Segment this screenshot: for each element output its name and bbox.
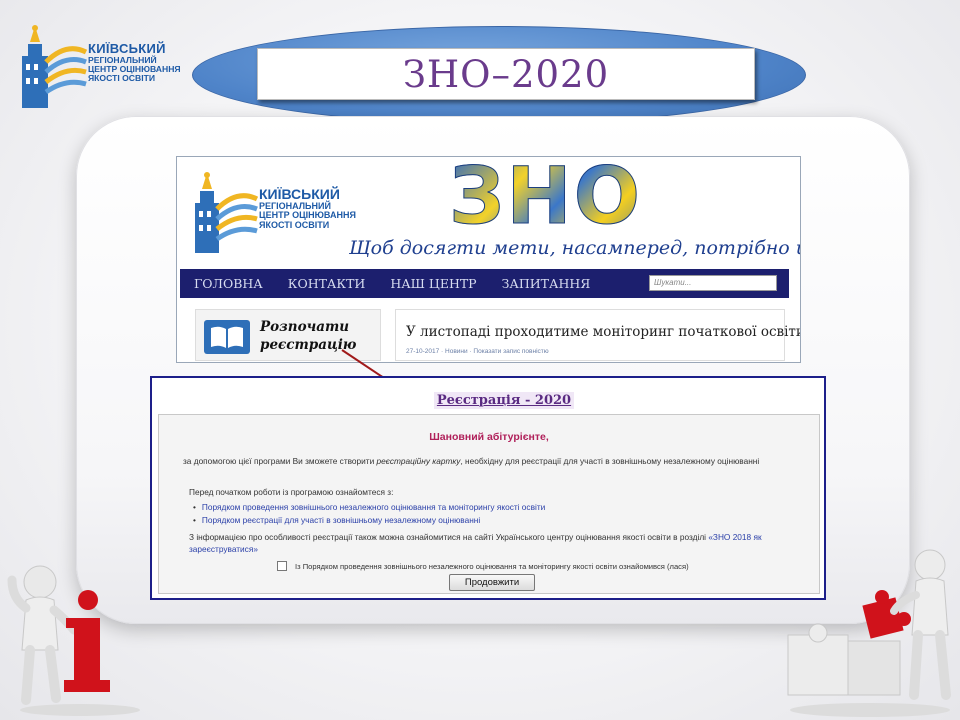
center-logo: КИЇВСЬКИЙ РЕГІОНАЛЬНИЙ ЦЕНТР ОЦІНЮВАННЯ … xyxy=(18,22,188,114)
news-meta: 27-10-2017 · Новини · Показати запис пов… xyxy=(406,348,549,355)
logo-line-4: ЯКОСТІ ОСВІТИ xyxy=(88,72,156,83)
agreement-checkbox[interactable] xyxy=(277,561,287,571)
intro-text: за допомогою цієї програми Ви зможете ст… xyxy=(183,455,813,467)
site-header: КИЇВСЬКИЙ РЕГІОНАЛЬНИЙ ЦЕНТР ОЦІНЮВАННЯ … xyxy=(177,157,801,269)
site-nav: ГОЛОВНА КОНТАКТИ НАШ ЦЕНТР ЗАПИТАННЯ Шук… xyxy=(180,269,789,298)
nav-item-home[interactable]: ГОЛОВНА xyxy=(194,276,263,291)
registration-form: Шановний абітурієнте, за допомогою цієї … xyxy=(158,414,820,594)
registration-tab-label[interactable]: Реєстрація - 2020 xyxy=(433,391,575,409)
news-title[interactable]: У листопаді проходитиме моніторинг почат… xyxy=(406,324,800,340)
greeting: Шановний абітурієнте, xyxy=(429,431,549,443)
nav-item-contacts[interactable]: КОНТАКТИ xyxy=(288,276,366,291)
nav-item-our-center[interactable]: НАШ ЦЕНТР xyxy=(390,276,476,291)
documents-list: Порядком проведення зовнішнього незалежн… xyxy=(193,501,545,527)
slide-title: ЗНО–2020 xyxy=(402,52,610,96)
logo-emblem-icon xyxy=(22,25,88,108)
intro-emphasis: реєстраційну картку xyxy=(376,456,461,466)
site-logo-text: КИЇВСЬКИЙ РЕГІОНАЛЬНИЙ ЦЕНТР ОЦІНЮВАННЯ … xyxy=(259,187,356,230)
start-registration-line-1: Розпочати xyxy=(260,319,350,335)
registration-screenshot: Реєстрація - 2020 Шановний абітурієнте, … xyxy=(150,376,826,600)
agreement-row: Із Порядком проведення зовнішнього незал… xyxy=(277,561,689,571)
document-link-registration[interactable]: Порядком реєстрації для участі в зовнішн… xyxy=(193,514,545,527)
site-slogan: Щоб досягти мети, насамперед, потрібно й… xyxy=(349,237,801,259)
book-icon xyxy=(204,320,250,354)
nav-item-questions[interactable]: ЗАПИТАННЯ xyxy=(502,276,591,291)
news-item[interactable]: У листопаді проходитиме моніторинг почат… xyxy=(395,309,800,361)
puzzle-figure-icon xyxy=(787,549,951,717)
site-logo-line-4: ЯКОСТІ ОСВІТИ xyxy=(259,219,330,230)
site-logo-line-1: КИЇВСЬКИЙ xyxy=(259,186,340,202)
logo-text: КИЇВСЬКИЙ РЕГІОНАЛЬНИЙ ЦЕНТР ОЦІНЮВАННЯ … xyxy=(88,42,181,83)
info-text: З інформацією про особливості реєстрації… xyxy=(189,531,819,555)
website-screenshot: КИЇВСЬКИЙ РЕГІОНАЛЬНИЙ ЦЕНТР ОЦІНЮВАННЯ … xyxy=(176,156,801,363)
info-text-body: З інформацією про особливості реєстрації… xyxy=(189,532,709,542)
intro-suffix: , необхідну для реєстрації для участі в … xyxy=(460,456,760,466)
site-logo-emblem-icon xyxy=(195,172,259,253)
zno-banner-word: ЗНО xyxy=(449,158,679,237)
logo-line-1: КИЇВСЬКИЙ xyxy=(88,41,166,56)
intro-prefix: за допомогою цієї програми Ви зможете ст… xyxy=(183,456,377,466)
site-search-input[interactable]: Шукати... xyxy=(649,275,777,291)
agreement-label: Із Порядком проведення зовнішнього незал… xyxy=(295,561,689,571)
document-link-procedure[interactable]: Порядком проведення зовнішнього незалежн… xyxy=(193,501,545,514)
registration-tab[interactable]: Реєстрація - 2020 xyxy=(424,388,584,412)
title-box: ЗНО–2020 xyxy=(257,48,755,100)
before-start-text: Перед початком роботи із програмою ознай… xyxy=(189,487,394,497)
continue-button[interactable]: Продовжити xyxy=(449,574,535,591)
info-figure-icon xyxy=(7,565,140,716)
